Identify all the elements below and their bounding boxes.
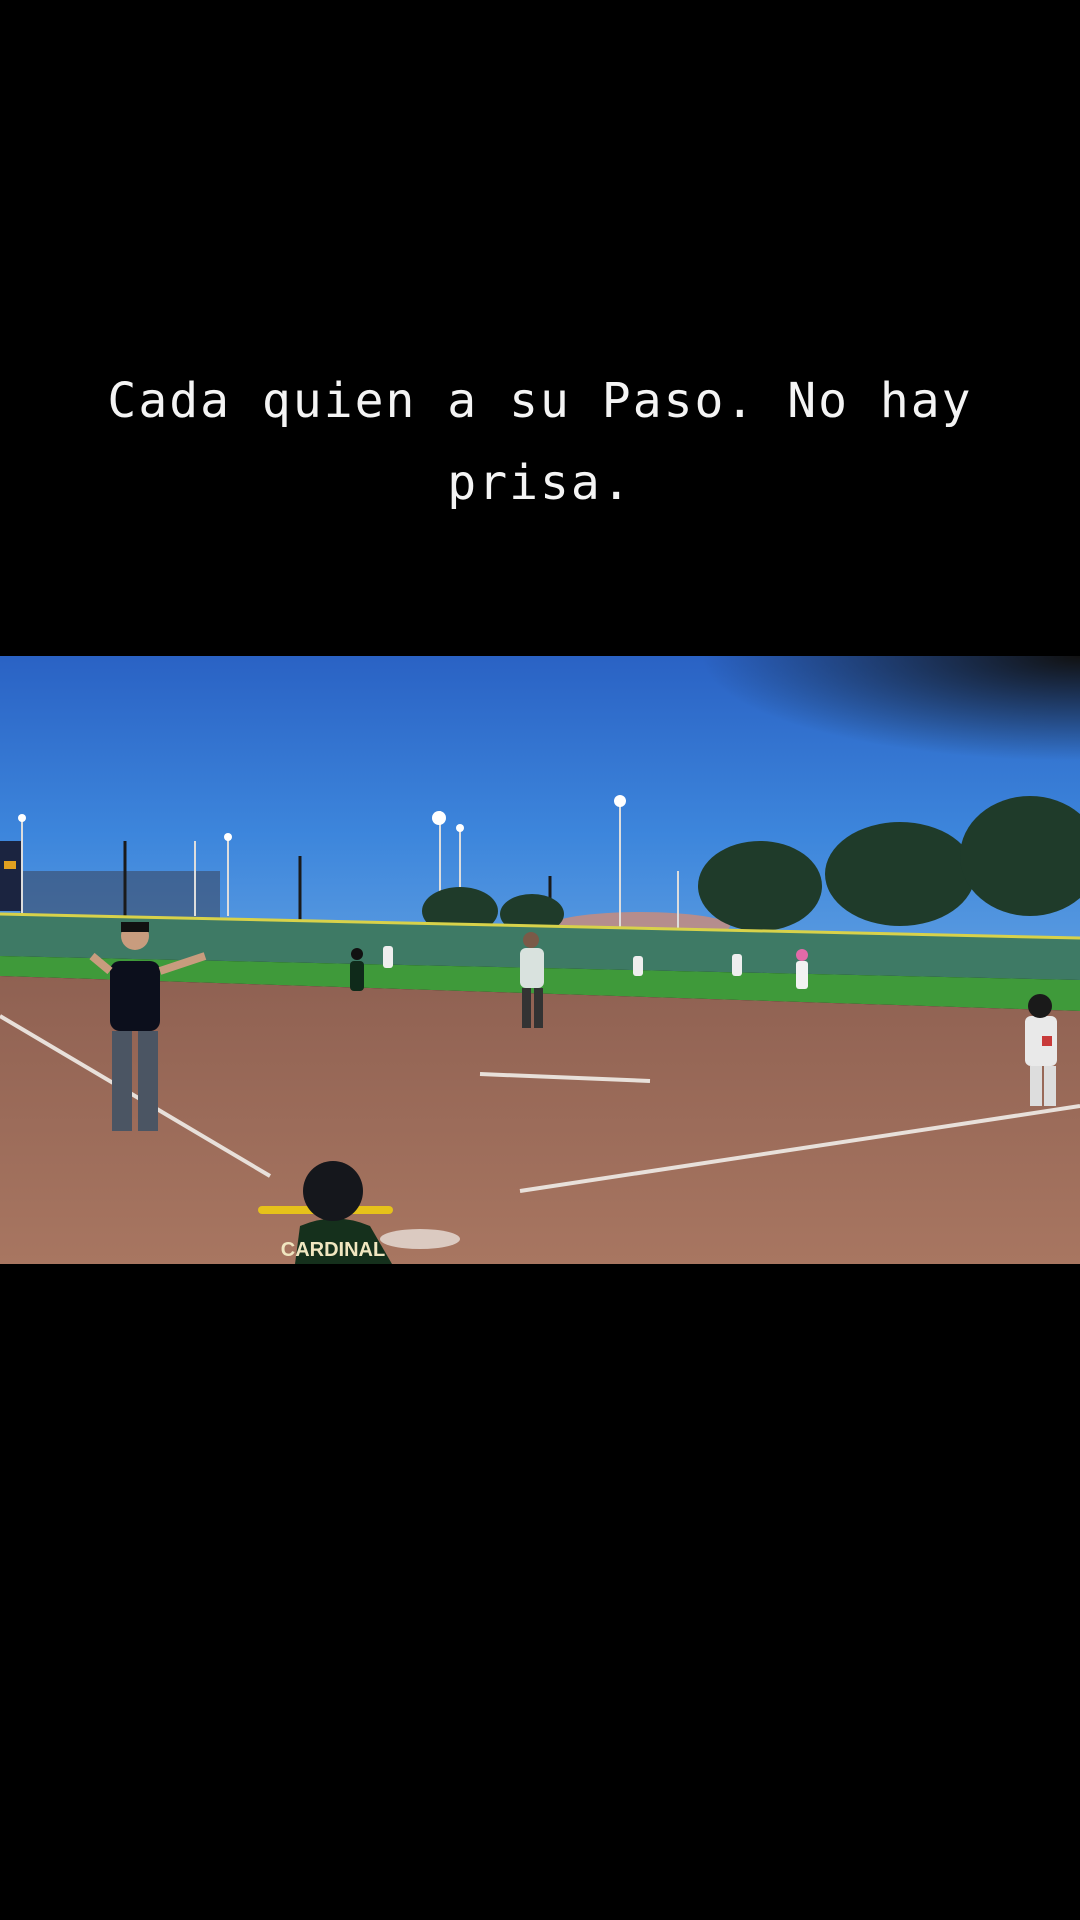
jersey-text: CARDINAL (281, 1239, 385, 1261)
baseball-photo: CARDINAL (0, 656, 1080, 1264)
video-caption: Cada quien a su Paso. No hay prisa. (107, 373, 973, 511)
